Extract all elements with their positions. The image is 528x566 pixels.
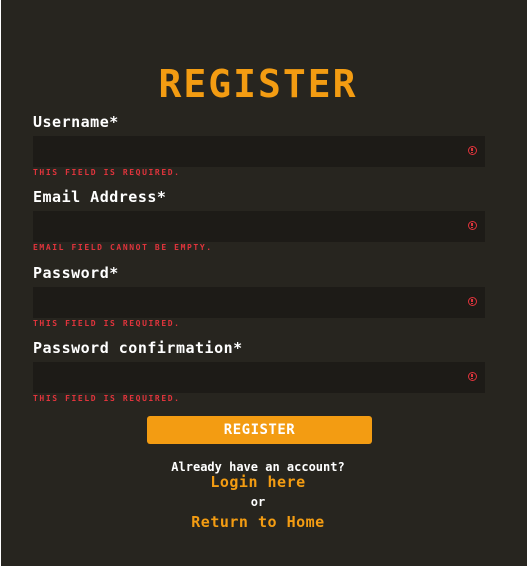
error-circle-icon [468, 221, 477, 230]
register-panel: REGISTER Username* THIS FIELD IS REQUIRE… [1, 0, 527, 566]
or-text: or [250, 495, 266, 509]
password-label: Password* [33, 264, 119, 282]
email-label: Email Address* [33, 188, 167, 206]
username-error: THIS FIELD IS REQUIRED. [33, 168, 181, 177]
password-confirmation-field-box [33, 362, 485, 393]
email-field-box [33, 211, 485, 242]
password-error: THIS FIELD IS REQUIRED. [33, 319, 181, 328]
username-field-box [33, 136, 485, 167]
register-button[interactable]: REGISTER [147, 416, 372, 444]
password-confirmation-input[interactable] [33, 362, 453, 393]
password-input[interactable] [33, 287, 453, 318]
error-circle-icon [468, 146, 477, 155]
page-title: REGISTER [158, 62, 358, 106]
password-field-box [33, 287, 485, 318]
error-circle-icon [468, 297, 477, 306]
password-confirmation-error: THIS FIELD IS REQUIRED. [33, 394, 181, 403]
username-label: Username* [33, 113, 119, 131]
login-link[interactable]: Login here [210, 473, 305, 491]
password-confirmation-label: Password confirmation* [33, 339, 243, 357]
error-circle-icon [468, 372, 477, 381]
email-error: EMAIL FIELD CANNOT BE EMPTY. [33, 243, 213, 252]
username-input[interactable] [33, 136, 453, 167]
return-home-link[interactable]: Return to Home [191, 513, 324, 531]
email-input[interactable] [33, 211, 453, 242]
